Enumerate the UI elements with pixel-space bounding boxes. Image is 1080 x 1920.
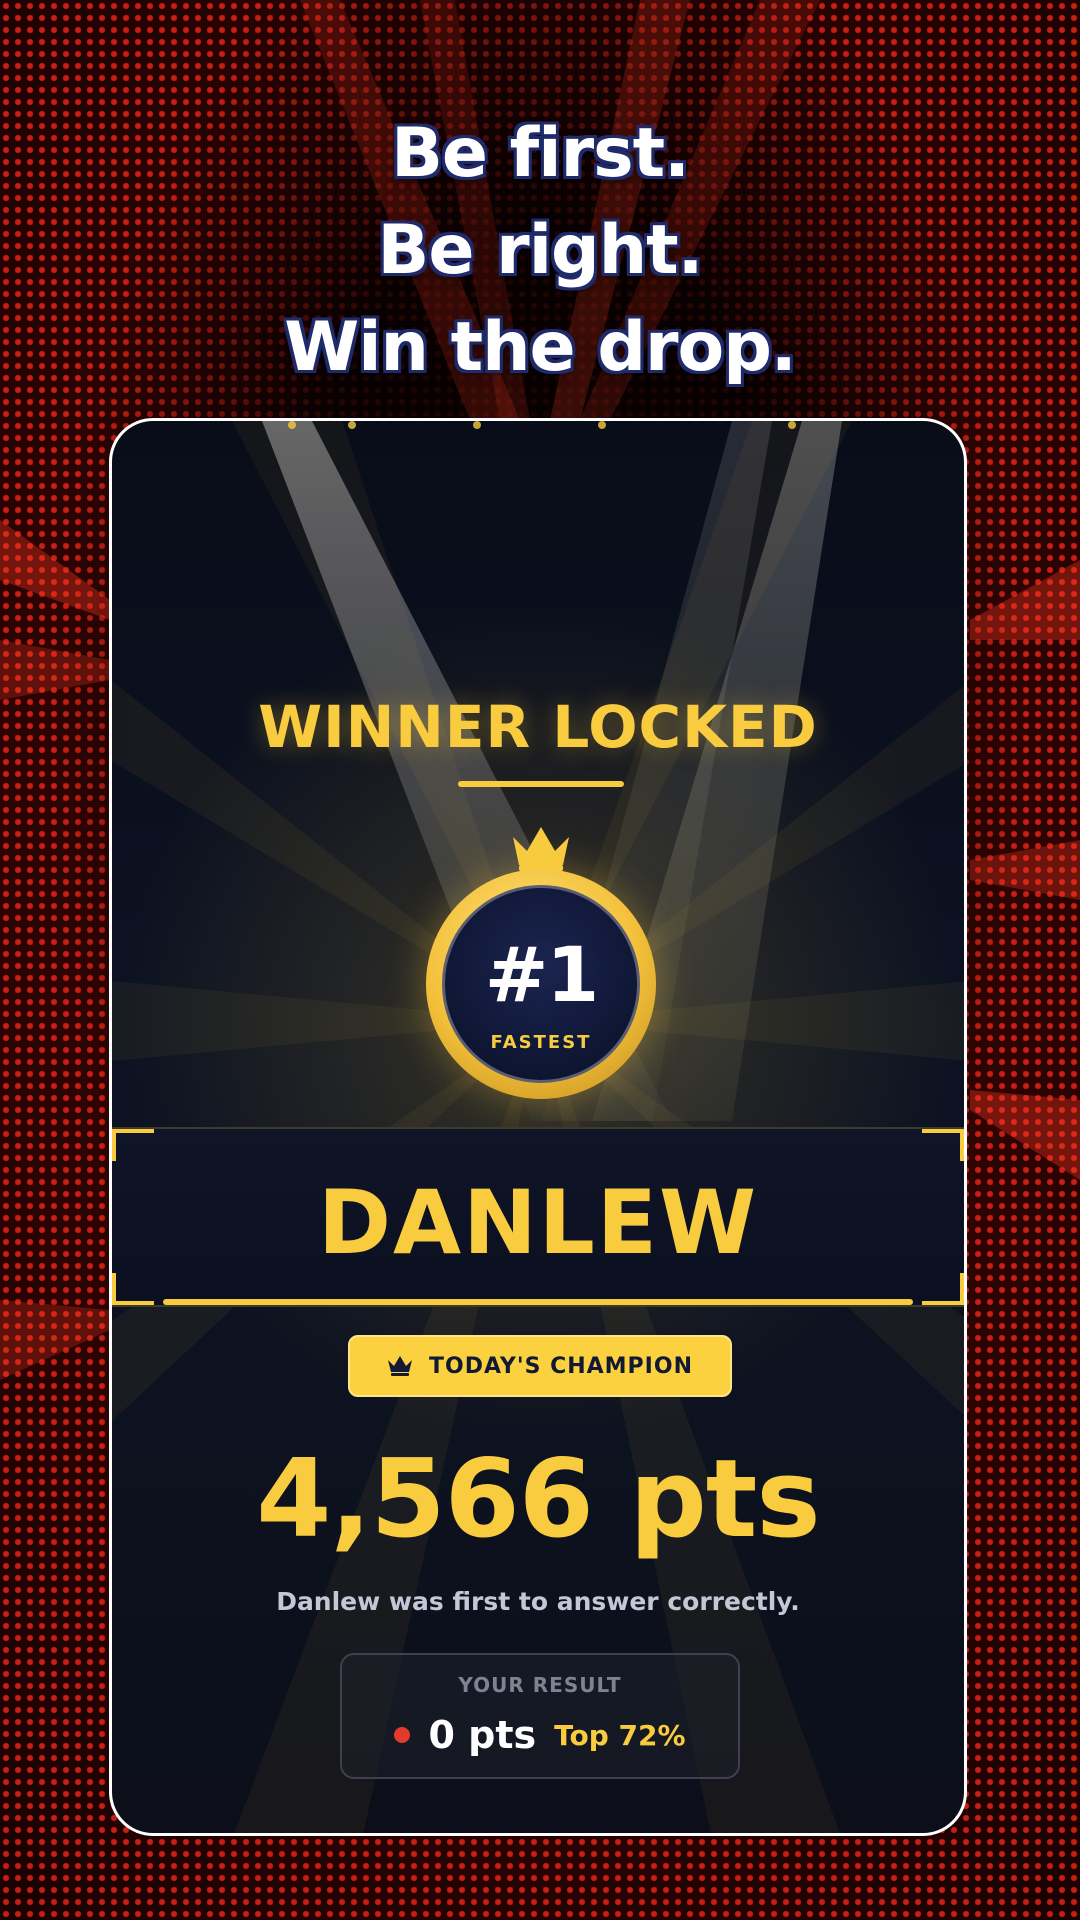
headline-line-2: Be right. (377, 211, 704, 290)
crown-icon (513, 827, 569, 871)
headline-line-3: Win the drop. (284, 308, 797, 387)
headline-line-1: Be first. (391, 114, 690, 193)
corner-bracket (922, 1273, 964, 1305)
medal-label: FASTEST (490, 1032, 592, 1053)
champion-badge: TODAY'S CHAMPION (348, 1335, 732, 1397)
corner-bracket (112, 1129, 154, 1161)
crown-icon (387, 1355, 413, 1377)
your-result-rank: Top 72% (554, 1718, 686, 1752)
champion-label: TODAY'S CHAMPION (429, 1353, 693, 1379)
status-dot-icon (394, 1727, 411, 1743)
corner-bracket (112, 1273, 154, 1305)
corner-bracket (922, 1129, 964, 1161)
headline: Be first. Be right. Win the drop. (0, 105, 1080, 396)
winner-card: WINNER LOCKED #1 FASTEST DANLEW TODAY'S … (109, 418, 967, 1836)
winner-points: 4,566 pts (256, 1437, 820, 1562)
medal-rank: #1 (484, 930, 600, 1019)
your-result-label: YOUR RESULT (458, 1673, 622, 1697)
winner-description: Danlew was first to answer correctly. (276, 1587, 800, 1616)
your-result-box: YOUR RESULT 0 pts Top 72% (340, 1653, 740, 1779)
winner-name: DANLEW (317, 1171, 759, 1274)
your-result-points: 0 pts (428, 1713, 537, 1757)
medal-inner: #1 FASTEST (442, 885, 640, 1083)
your-result-row: 0 pts Top 72% (342, 1713, 738, 1757)
name-underline (163, 1299, 913, 1305)
winner-locked-title: WINNER LOCKED (258, 693, 818, 761)
title-underline (458, 781, 624, 787)
winner-name-band: DANLEW (112, 1127, 964, 1307)
rank-medal: #1 FASTEST (426, 869, 656, 1099)
